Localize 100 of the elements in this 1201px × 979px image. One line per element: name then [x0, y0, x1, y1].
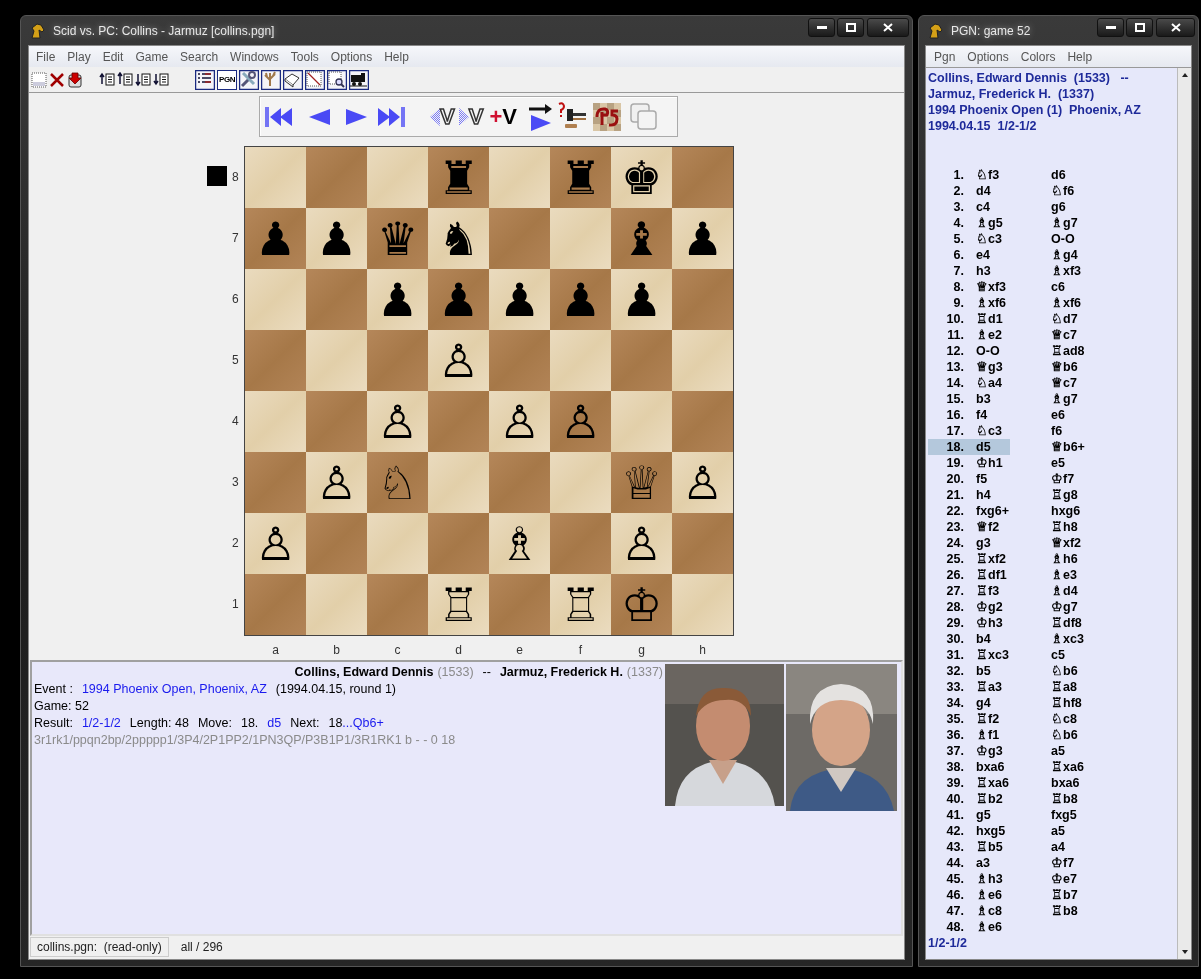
board-square[interactable]: ♜ [428, 147, 489, 208]
move[interactable]: ♔h1 [964, 455, 1010, 471]
move[interactable]: fxg6+ [964, 503, 1010, 519]
move[interactable]: ♗c8 [964, 903, 1010, 919]
chess-piece[interactable]: ♙ [376, 398, 419, 445]
move[interactable]: ♖g8 [1051, 487, 1078, 503]
move[interactable]: ♕c7 [1051, 375, 1077, 391]
move[interactable]: ♗g4 [1051, 247, 1078, 263]
move[interactable]: ♖xc3 [964, 647, 1010, 663]
board-square[interactable] [306, 513, 367, 574]
board-square[interactable] [367, 330, 428, 391]
move[interactable]: ♘c8 [1051, 711, 1077, 727]
board-square[interactable]: ♙ [367, 391, 428, 452]
flip-board-icon[interactable] [592, 102, 621, 131]
move[interactable]: g6 [1051, 199, 1066, 215]
move[interactable]: ♖hf8 [1051, 695, 1082, 711]
move[interactable]: ♖b7 [1051, 887, 1078, 903]
board-square[interactable]: ♙ [550, 391, 611, 452]
menu-item[interactable]: Game [129, 47, 175, 66]
board-square[interactable] [367, 513, 428, 574]
board-square[interactable]: ♜ [550, 147, 611, 208]
board-square[interactable]: ♞ [428, 208, 489, 269]
chess-piece[interactable]: ♔ [620, 581, 663, 628]
move[interactable]: h3 [964, 263, 1010, 279]
move[interactable]: ♘f3 [964, 167, 1010, 183]
board-square[interactable] [245, 391, 306, 452]
import-icon[interactable] [67, 71, 83, 88]
board-square[interactable]: ♟ [672, 208, 733, 269]
menu-item[interactable]: Options [961, 47, 1015, 66]
chess-piece[interactable]: ♙ [315, 459, 358, 506]
chess-piece[interactable]: ♖ [559, 581, 602, 628]
move[interactable]: ♗g5 [964, 215, 1010, 231]
move[interactable]: ♕xf3 [964, 279, 1010, 295]
board-square[interactable]: ♙ [245, 513, 306, 574]
move[interactable]: ♖h8 [1051, 519, 1078, 535]
board-square[interactable]: ♔ [611, 574, 672, 635]
move[interactable]: ♔e7 [1051, 871, 1077, 887]
move[interactable]: ♘a4 [964, 375, 1010, 391]
board-square[interactable] [245, 452, 306, 513]
move[interactable]: f6 [1051, 423, 1063, 439]
move[interactable]: ♔g2 [964, 599, 1010, 615]
move[interactable]: hxg5 [964, 823, 1010, 839]
move[interactable]: ♖df8 [1051, 615, 1082, 631]
move[interactable]: f4 [964, 407, 1010, 423]
move[interactable]: c4 [964, 199, 1010, 215]
menu-item[interactable]: Edit [96, 47, 130, 66]
move[interactable]: ♕xf2 [1051, 535, 1082, 551]
chess-piece[interactable]: ♙ [620, 520, 663, 567]
link[interactable]: d5 [267, 715, 282, 732]
board-square[interactable] [245, 330, 306, 391]
board-square[interactable]: ♟ [489, 269, 550, 330]
move[interactable]: ♘c3 [964, 231, 1010, 247]
chess-piece[interactable]: ♘ [376, 459, 419, 506]
chess-piece[interactable]: ♟ [498, 276, 541, 323]
menu-item[interactable]: Help [1061, 47, 1099, 66]
board-square[interactable]: ♖ [550, 574, 611, 635]
chess-piece[interactable]: ♟ [376, 276, 419, 323]
overlapping-windows-icon[interactable] [628, 101, 659, 132]
variation-back-button[interactable]: V [430, 100, 455, 133]
board-square[interactable] [672, 391, 733, 452]
board-square[interactable]: ♘ [367, 452, 428, 513]
chess-piece[interactable]: ♟ [254, 215, 297, 262]
move[interactable]: g4 [964, 695, 1010, 711]
last-game-icon[interactable] [153, 72, 169, 87]
board-square[interactable]: ♟ [367, 269, 428, 330]
board-square[interactable] [672, 269, 733, 330]
board-square[interactable] [367, 147, 428, 208]
chess-piece[interactable]: ♟ [437, 276, 480, 323]
board-square[interactable] [611, 330, 672, 391]
move[interactable]: ♗d4 [1051, 583, 1078, 599]
link[interactable]: ...Qb6+ [342, 715, 384, 732]
board-square[interactable] [306, 391, 367, 452]
move[interactable]: ♘b6 [1051, 727, 1078, 743]
next-game-icon[interactable] [135, 72, 151, 87]
move[interactable]: ♘f6 [1051, 183, 1075, 199]
move[interactable]: e6 [1051, 407, 1065, 423]
move[interactable]: b5 [964, 663, 1010, 679]
board-square[interactable] [489, 147, 550, 208]
previous-game-icon[interactable] [117, 72, 133, 87]
chess-piece[interactable]: ♙ [437, 337, 480, 384]
menu-item[interactable]: Pgn [928, 47, 962, 66]
move[interactable]: ♗h3 [964, 871, 1010, 887]
chess-piece[interactable]: ♖ [437, 581, 480, 628]
move[interactable]: ♖b8 [1051, 903, 1078, 919]
board-square[interactable]: ♟ [550, 269, 611, 330]
move[interactable]: a5 [1051, 823, 1065, 839]
board-square[interactable]: ♛ [367, 208, 428, 269]
move[interactable]: ♘b6 [1051, 663, 1078, 679]
board-square[interactable] [367, 574, 428, 635]
tree-icon[interactable] [261, 69, 281, 90]
chess-piece[interactable]: ♙ [498, 398, 541, 445]
first-game-icon[interactable] [99, 72, 115, 87]
move[interactable]: ♖xa6 [1051, 759, 1084, 775]
link[interactable]: 1/2-1/2 [81, 715, 121, 732]
menu-item[interactable]: Play [61, 47, 97, 66]
menu-item[interactable]: Colors [1014, 47, 1062, 66]
move[interactable]: ♖xf2 [964, 551, 1010, 567]
board-square[interactable] [306, 147, 367, 208]
maximize-button[interactable] [837, 18, 864, 37]
move[interactable]: bxa6 [1051, 775, 1080, 791]
